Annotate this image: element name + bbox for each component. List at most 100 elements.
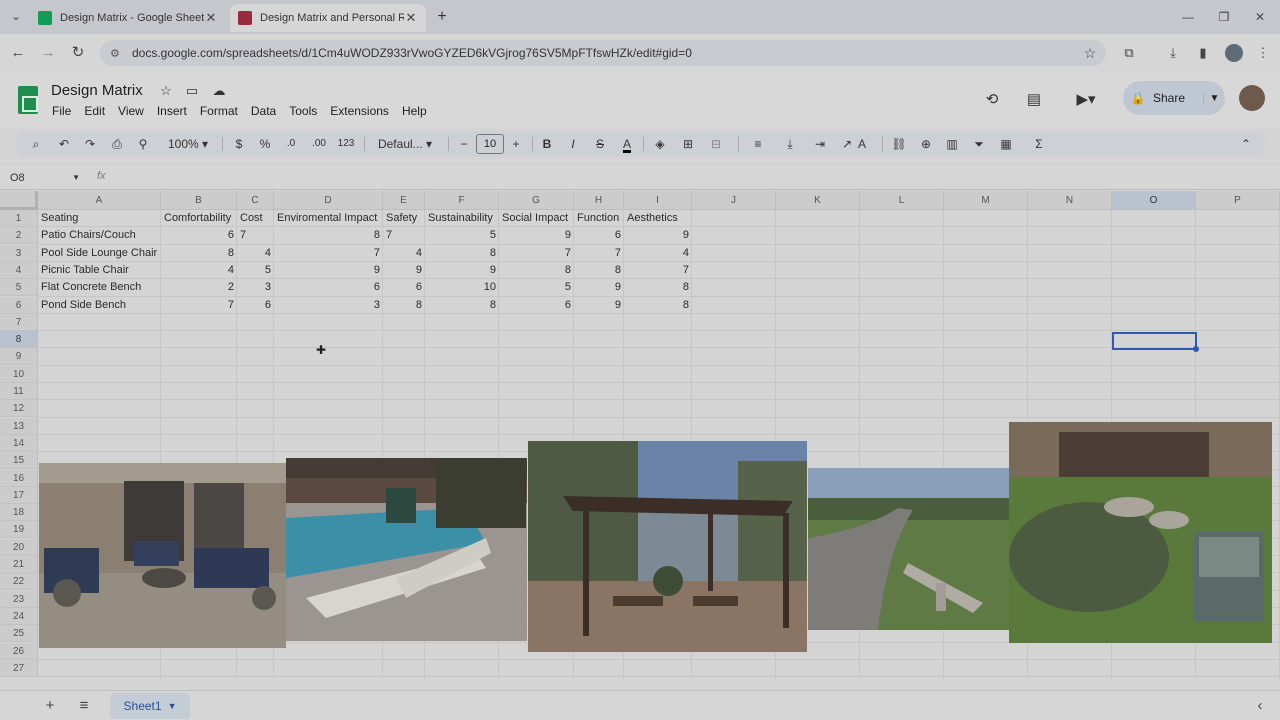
row-header-9[interactable]: 9 bbox=[0, 348, 38, 366]
score-cell[interactable]: 8 bbox=[624, 279, 692, 296]
row-header-13[interactable]: 13 bbox=[0, 417, 38, 435]
seating-name-cell[interactable]: Pond Side Bench bbox=[38, 297, 161, 314]
window-close-icon[interactable]: ✕ bbox=[1250, 8, 1270, 26]
row-header-14[interactable]: 14 bbox=[0, 434, 38, 452]
row-header-15[interactable]: 15 bbox=[0, 452, 38, 470]
share-button[interactable]: 🔒 Share ▼ bbox=[1123, 81, 1225, 115]
site-info-icon[interactable]: ⚙ bbox=[110, 47, 124, 60]
menu-insert[interactable]: Insert bbox=[157, 104, 187, 118]
row-header-17[interactable]: 17 bbox=[0, 486, 38, 504]
column-header-f[interactable]: F bbox=[425, 191, 499, 210]
score-cell[interactable]: 6 bbox=[161, 227, 237, 244]
vertical-align-icon[interactable]: ⤓ bbox=[780, 134, 800, 154]
back-icon[interactable]: ← bbox=[8, 43, 28, 63]
redo-icon[interactable]: ↷ bbox=[80, 134, 100, 154]
score-cell[interactable]: 5 bbox=[499, 279, 574, 296]
score-cell[interactable]: 8 bbox=[425, 245, 499, 262]
cloud-status-icon[interactable]: ☁ bbox=[211, 83, 227, 99]
score-cell[interactable]: 7 bbox=[383, 227, 425, 244]
increase-font-size-icon[interactable]: + bbox=[506, 134, 526, 154]
italic-button[interactable]: I bbox=[563, 134, 583, 154]
photo-patio-couch[interactable] bbox=[39, 463, 286, 648]
move-folder-icon[interactable]: ▭ bbox=[184, 83, 200, 99]
menu-view[interactable]: View bbox=[118, 104, 144, 118]
address-bar[interactable]: ⚙ docs.google.com/spreadsheets/d/1Cm4uWO… bbox=[100, 40, 1106, 66]
header-cell[interactable]: Function bbox=[574, 210, 624, 227]
extensions-icon[interactable]: ⧉ bbox=[1120, 44, 1138, 62]
download-icon[interactable]: ⤓ bbox=[1164, 44, 1182, 62]
column-header-h[interactable]: H bbox=[574, 191, 624, 210]
filter-views-icon[interactable]: ▦ bbox=[996, 134, 1016, 154]
score-cell[interactable]: 10 bbox=[425, 279, 499, 296]
score-cell[interactable]: 7 bbox=[161, 297, 237, 314]
header-cell[interactable]: Aesthetics bbox=[624, 210, 692, 227]
column-header-p[interactable]: P bbox=[1196, 191, 1280, 210]
share-dropdown-icon[interactable]: ▼ bbox=[1203, 92, 1225, 104]
column-header-i[interactable]: I bbox=[624, 191, 692, 210]
font-family-select[interactable]: Defaul... ▾ bbox=[370, 134, 440, 154]
score-cell[interactable]: 7 bbox=[624, 262, 692, 279]
score-cell[interactable]: 9 bbox=[574, 297, 624, 314]
add-sheet-icon[interactable]: + bbox=[40, 696, 60, 716]
comments-icon[interactable]: ▤ bbox=[1023, 89, 1045, 111]
score-cell[interactable]: 5 bbox=[237, 262, 274, 279]
row-header-6[interactable]: 6 bbox=[0, 296, 38, 314]
star-icon[interactable]: ☆ bbox=[158, 83, 174, 99]
column-header-b[interactable]: B bbox=[161, 191, 237, 210]
row-header-24[interactable]: 24 bbox=[0, 607, 38, 625]
score-cell[interactable]: 9 bbox=[274, 262, 383, 279]
row-header-10[interactable]: 10 bbox=[0, 365, 38, 383]
functions-icon[interactable]: Σ bbox=[1029, 134, 1049, 154]
sheet-tab-dropdown-icon[interactable]: ▼ bbox=[168, 701, 177, 711]
row-header-18[interactable]: 18 bbox=[0, 504, 38, 522]
text-color-dropdown-icon[interactable]: A bbox=[852, 134, 872, 154]
header-cell[interactable]: Seating bbox=[38, 210, 161, 227]
menu-tools[interactable]: Tools bbox=[289, 104, 317, 118]
row-header-27[interactable]: 27 bbox=[0, 659, 38, 677]
close-tab-icon[interactable]: ✕ bbox=[204, 10, 218, 26]
photo-pool-lounge[interactable] bbox=[286, 458, 527, 641]
row-header-11[interactable]: 11 bbox=[0, 383, 38, 400]
column-header-c[interactable]: C bbox=[237, 191, 274, 210]
row-header-19[interactable]: 19 bbox=[0, 521, 38, 539]
collapse-toolbar-icon[interactable]: ⌃ bbox=[1236, 134, 1256, 154]
column-header-g[interactable]: G bbox=[499, 191, 574, 210]
score-cell[interactable]: 3 bbox=[274, 297, 383, 314]
row-header-20[interactable]: 20 bbox=[0, 538, 38, 556]
header-cell[interactable]: Comfortability bbox=[161, 210, 237, 227]
row-header-3[interactable]: 3 bbox=[0, 244, 38, 262]
score-cell[interactable]: 9 bbox=[499, 227, 574, 244]
bookmark-star-icon[interactable]: ☆ bbox=[1080, 45, 1100, 62]
score-cell[interactable]: 4 bbox=[161, 262, 237, 279]
menu-format[interactable]: Format bbox=[200, 104, 238, 118]
row-header-16[interactable]: 16 bbox=[0, 469, 38, 487]
merge-cells-icon[interactable]: ⊟ bbox=[706, 134, 726, 154]
score-cell[interactable]: 5 bbox=[425, 227, 499, 244]
row-header-21[interactable]: 21 bbox=[0, 556, 38, 573]
insert-comment-icon[interactable]: ⊕ bbox=[916, 134, 936, 154]
row-header-1[interactable]: 1 bbox=[0, 210, 38, 227]
reload-icon[interactable]: ↻ bbox=[68, 43, 88, 63]
explore-collapse-icon[interactable]: ‹ bbox=[1250, 696, 1270, 716]
row-header-2[interactable]: 2 bbox=[0, 227, 38, 245]
score-cell[interactable]: 6 bbox=[274, 279, 383, 296]
header-cell[interactable]: Enviromental Impact bbox=[274, 210, 383, 227]
column-header-k[interactable]: K bbox=[776, 191, 860, 210]
fill-color-icon[interactable]: ◈ bbox=[650, 134, 670, 154]
browser-profile-icon[interactable] bbox=[1225, 44, 1243, 62]
menu-help[interactable]: Help bbox=[402, 104, 427, 118]
score-cell[interactable]: 7 bbox=[499, 245, 574, 262]
score-cell[interactable]: 6 bbox=[237, 297, 274, 314]
filter-icon[interactable]: ⏷ bbox=[969, 134, 989, 154]
browser-menu-icon[interactable]: ⋮ bbox=[1254, 44, 1272, 62]
insert-link-icon[interactable]: ⛓ bbox=[889, 134, 909, 154]
score-cell[interactable]: 8 bbox=[624, 297, 692, 314]
score-cell[interactable]: 2 bbox=[161, 279, 237, 296]
score-cell[interactable]: 7 bbox=[274, 245, 383, 262]
decrease-font-size-icon[interactable]: − bbox=[454, 134, 474, 154]
photo-pond-bench[interactable] bbox=[1009, 422, 1272, 643]
menu-extensions[interactable]: Extensions bbox=[330, 104, 389, 118]
row-header-4[interactable]: 4 bbox=[0, 261, 38, 279]
search-menus-icon[interactable]: ⌕ bbox=[26, 134, 46, 154]
url-text[interactable]: docs.google.com/spreadsheets/d/1Cm4uWODZ… bbox=[132, 46, 1080, 60]
